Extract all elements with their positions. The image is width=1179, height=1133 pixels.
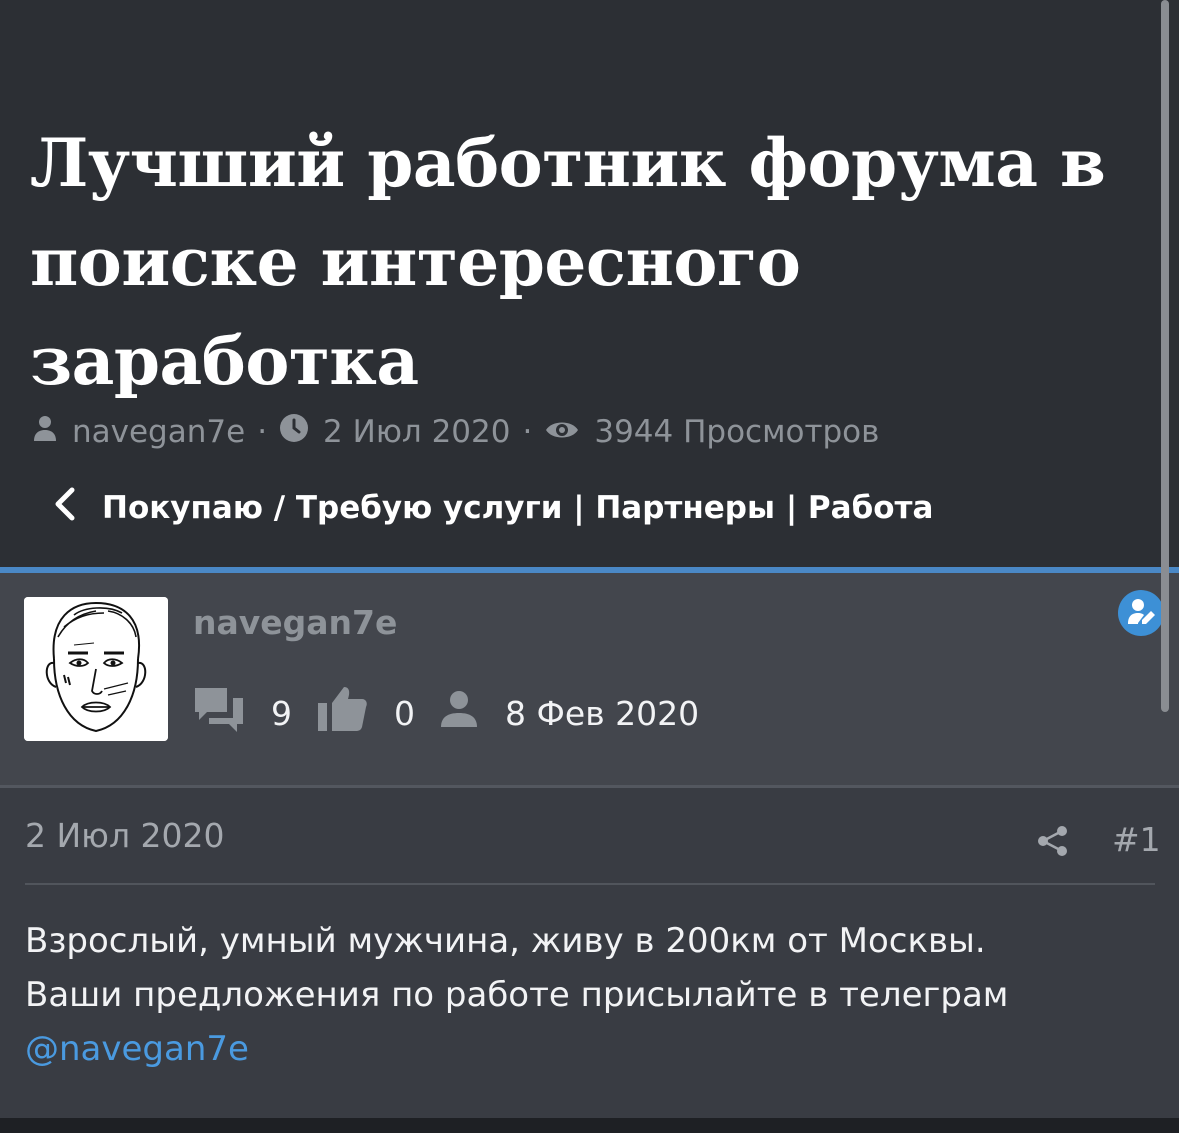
post-text-line: Взрослый, умный мужчина, живу в 200км от… — [25, 921, 986, 961]
telegram-mention-link[interactable]: @navegan7e — [25, 1022, 1155, 1076]
post: 2 Июл 2020 #1 Взрослый, умный мужчина, ж… — [0, 788, 1179, 1118]
user-info-block: navegan7e 9 0 8 Фев 2020 — [0, 573, 1179, 785]
thread-date[interactable]: 2 Июл 2020 — [323, 414, 510, 450]
thread-views: 3944 Просмотров — [594, 414, 880, 450]
likes-count: 0 — [394, 693, 415, 733]
messages-icon — [193, 686, 245, 740]
username[interactable]: navegan7e — [193, 603, 397, 642]
chevron-left-icon — [50, 486, 102, 530]
clock-icon — [279, 413, 323, 451]
eye-icon — [544, 414, 594, 450]
meta-separator: · — [522, 414, 533, 450]
join-date: 8 Фев 2020 — [505, 693, 700, 733]
user-icon — [32, 414, 72, 450]
thread-author-link[interactable]: navegan7e — [72, 414, 245, 450]
share-icon — [1036, 826, 1070, 862]
thread-header: Лучший работник форума в поиске интересн… — [0, 0, 1179, 568]
avatar-drawing — [24, 597, 168, 741]
post-number-link[interactable]: #1 — [1112, 820, 1161, 859]
thread-meta: navegan7e · 2 Июл 2020 · 3944 Просмотров — [32, 410, 879, 454]
user-stats: 9 0 8 Фев 2020 — [193, 683, 723, 743]
breadcrumb[interactable]: Покупаю / Требую услуги | Партнеры | Раб… — [50, 485, 933, 531]
post-header-rule — [25, 883, 1155, 885]
post-body: Взрослый, умный мужчина, живу в 200км от… — [25, 914, 1155, 1076]
edit-icon — [1126, 596, 1156, 630]
bottom-edge — [0, 1118, 1179, 1133]
post-text-line: Ваши предложения по работе присылайте в … — [25, 975, 1009, 1015]
messages-count: 9 — [271, 693, 292, 733]
edit-user-button[interactable] — [1118, 590, 1164, 636]
thumbs-up-icon — [316, 685, 368, 741]
share-button[interactable] — [1036, 824, 1070, 862]
page: Лучший работник форума в поиске интересн… — [0, 0, 1179, 1133]
meta-separator: · — [257, 414, 268, 450]
user-icon — [439, 689, 479, 737]
post-date[interactable]: 2 Июл 2020 — [25, 816, 225, 855]
avatar[interactable] — [24, 597, 168, 741]
breadcrumb-label[interactable]: Покупаю / Требую услуги | Партнеры | Раб… — [102, 490, 933, 526]
scrollbar[interactable] — [1161, 0, 1169, 712]
thread-title: Лучший работник форума в поиске интересн… — [30, 124, 1106, 400]
